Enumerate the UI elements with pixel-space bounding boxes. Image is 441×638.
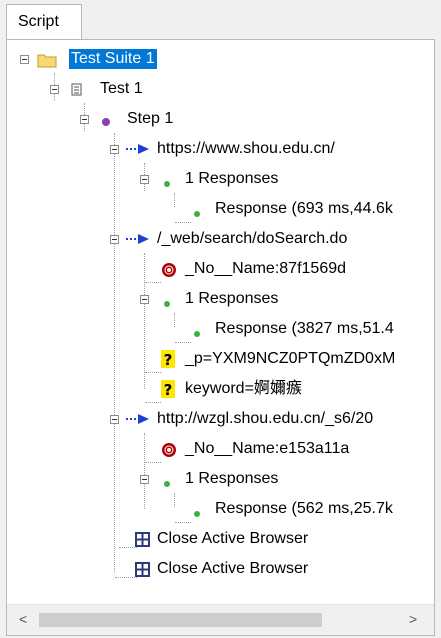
tree-node-response[interactable]: Response (693 ms,44.6k [7, 195, 434, 225]
request-arrow-icon [125, 412, 151, 431]
response-label: Response (562 ms,25.7k [215, 500, 393, 517]
tree-node-responses[interactable]: 1 Responses [7, 165, 434, 195]
collapse-toggle[interactable] [20, 55, 29, 64]
tree-node-action[interactable]: Close Active Browser [7, 555, 434, 585]
responses-label: 1 Responses [185, 290, 279, 307]
tab-script[interactable]: Script [6, 4, 82, 40]
action-label: Close Active Browser [157, 560, 309, 577]
request-url: /_web/search/doSearch.do [157, 230, 348, 247]
green-dot-icon [163, 475, 171, 493]
collapse-toggle[interactable] [110, 145, 119, 154]
response-label: Response (3827 ms,51.4 [215, 320, 394, 337]
responses-label: 1 Responses [185, 470, 279, 487]
collapse-toggle[interactable] [140, 175, 149, 184]
request-url: https://www.shou.edu.cn/ [157, 140, 335, 157]
script-tree[interactable]: Test Suite 1 Test 1 Step 1 https://www.s… [7, 40, 434, 605]
collapse-toggle[interactable] [80, 115, 89, 124]
param-label: _p=YXM9NCZ0PTQmZD0xM [185, 350, 396, 367]
collapse-toggle[interactable] [140, 295, 149, 304]
collapse-toggle[interactable] [140, 475, 149, 484]
svg-text:?: ? [164, 351, 173, 368]
param-label: _No__Name:e153a11a [185, 440, 350, 457]
grid-box-icon [135, 562, 151, 583]
test-suite-label: Test Suite 1 [69, 49, 157, 69]
tree-node-responses[interactable]: 1 Responses [7, 465, 434, 495]
green-dot-icon [193, 505, 201, 523]
red-record-icon [161, 262, 177, 283]
tab-bar: Script [0, 0, 441, 40]
action-label: Close Active Browser [157, 530, 309, 547]
tree-node-responses[interactable]: 1 Responses [7, 285, 434, 315]
green-dot-icon [193, 205, 201, 223]
test-icon [71, 83, 83, 102]
green-dot-icon [163, 175, 171, 193]
tree-node-response[interactable]: Response (3827 ms,51.4 [7, 315, 434, 345]
request-arrow-icon [125, 142, 151, 161]
scroll-left-arrow[interactable]: < [19, 611, 27, 627]
scroll-thumb[interactable] [39, 613, 322, 627]
step-icon [101, 114, 111, 132]
response-label: Response (693 ms,44.6k [215, 200, 393, 217]
script-panel: Test Suite 1 Test 1 Step 1 https://www.s… [6, 39, 435, 636]
step-label: Step 1 [127, 110, 174, 127]
tree-node-param[interactable]: ? _p=YXM9NCZ0PTQmZD0xM [7, 345, 434, 375]
question-mark-icon: ? [161, 380, 175, 403]
tree-node-request[interactable]: http://wzgl.shou.edu.cn/_s6/20 [7, 405, 434, 435]
svg-text:?: ? [164, 381, 173, 398]
tab-script-label: Script [18, 13, 59, 30]
tree-node-param[interactable]: _No__Name:87f1569d [7, 255, 434, 285]
tree-node-request[interactable]: /_web/search/doSearch.do [7, 225, 434, 255]
grid-box-icon [135, 532, 151, 553]
request-arrow-icon [125, 232, 151, 251]
test-label: Test 1 [100, 80, 143, 97]
horizontal-scrollbar[interactable]: < > [7, 604, 434, 635]
tree-node-step[interactable]: Step 1 [7, 105, 434, 135]
tree-node-param[interactable]: ? keyword=婀嬭瘯 [7, 375, 434, 405]
green-dot-icon [163, 295, 171, 313]
collapse-toggle[interactable] [110, 415, 119, 424]
request-url: http://wzgl.shou.edu.cn/_s6/20 [157, 410, 374, 427]
tree-node-action[interactable]: Close Active Browser [7, 525, 434, 555]
tree-node-test[interactable]: Test 1 [7, 75, 434, 105]
green-dot-icon [193, 325, 201, 343]
tree-node-param[interactable]: _No__Name:e153a11a [7, 435, 434, 465]
param-label: keyword=婀嬭瘯 [185, 380, 302, 397]
question-mark-icon: ? [161, 350, 175, 373]
tree-node-request[interactable]: https://www.shou.edu.cn/ [7, 135, 434, 165]
responses-label: 1 Responses [185, 170, 279, 187]
collapse-toggle[interactable] [110, 235, 119, 244]
tree-node-response[interactable]: Response (562 ms,25.7k [7, 495, 434, 525]
tree-node-test-suite[interactable]: Test Suite 1 [7, 45, 434, 75]
folder-icon [37, 52, 57, 73]
red-record-icon [161, 442, 177, 463]
param-label: _No__Name:87f1569d [185, 260, 347, 277]
collapse-toggle[interactable] [50, 85, 59, 94]
scroll-right-arrow[interactable]: > [409, 611, 417, 627]
